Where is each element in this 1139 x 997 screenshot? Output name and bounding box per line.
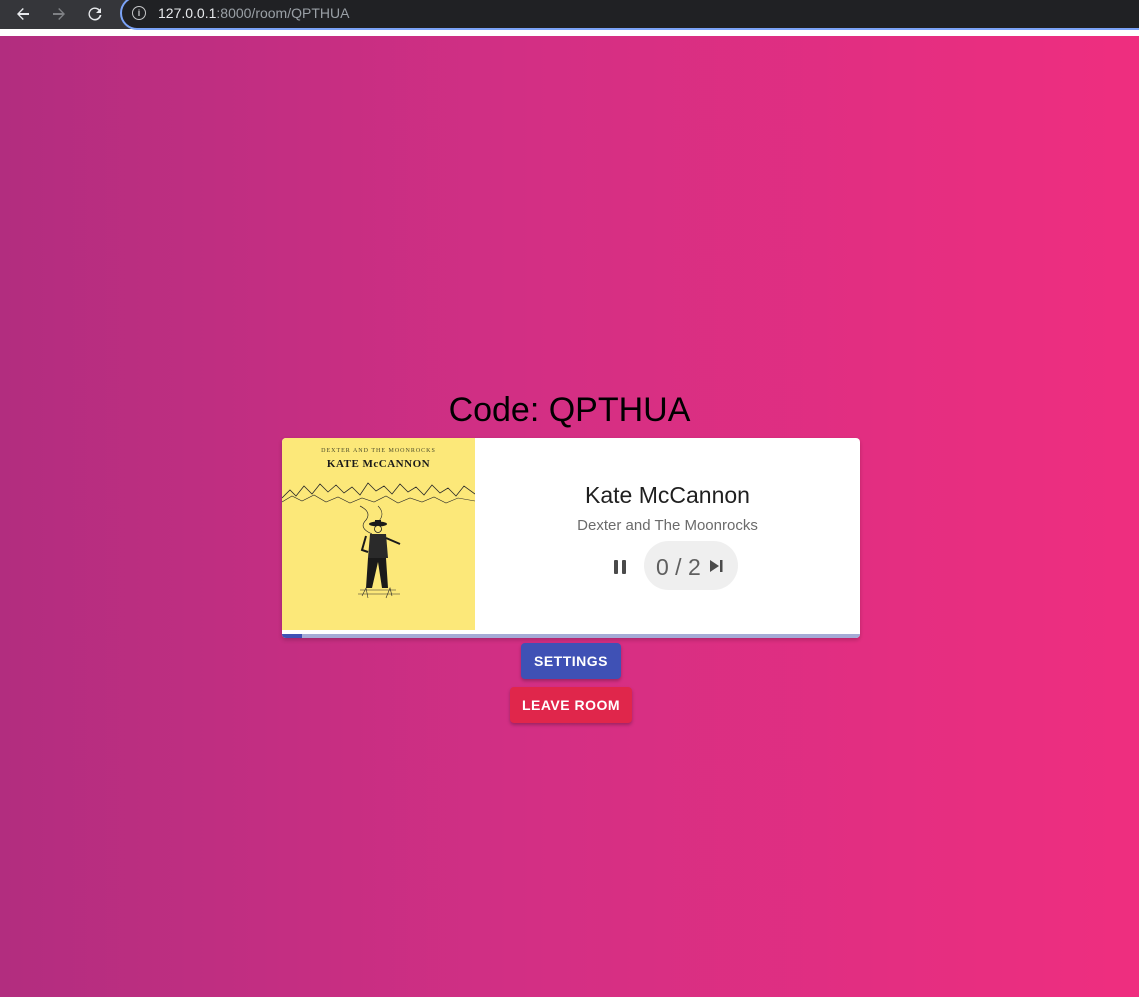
arrow-right-icon[interactable] — [48, 3, 70, 25]
address-bar[interactable]: i 127.0.0.1:8000/room/QPTHUA — [120, 0, 1139, 30]
room-code-title: Code: QPTHUA — [448, 391, 691, 429]
arrow-left-icon[interactable] — [12, 3, 34, 25]
skip-vote-count: 0 / 2 — [656, 554, 701, 580]
info-icon[interactable]: i — [132, 6, 146, 20]
page-viewport: Code: QPTHUA DEXTER AND THE MOONROCKS KA… — [0, 36, 1139, 997]
skip-button[interactable]: 0 / 2 — [644, 541, 738, 590]
album-cover-illustration — [282, 482, 475, 599]
browser-toolbar: i 127.0.0.1:8000/room/QPTHUA — [0, 0, 1139, 30]
song-artist: Dexter and The Moonrocks — [577, 517, 758, 534]
pause-icon[interactable] — [609, 556, 631, 578]
pause-icon-bar — [622, 560, 626, 574]
song-progress-bar — [282, 634, 860, 638]
song-progress-fill — [282, 634, 303, 638]
album-cover-band: DEXTER AND THE MOONROCKS — [321, 448, 436, 454]
url-path: :8000/room/QPTHUA — [216, 5, 350, 21]
leave-room-button[interactable]: LEAVE ROOM — [510, 687, 632, 723]
album-cover-title: KATE McCANNON — [326, 458, 431, 470]
url-host: 127.0.0.1 — [158, 5, 217, 21]
url-text: 127.0.0.1:8000/room/QPTHUA — [158, 5, 349, 21]
music-player-card: DEXTER AND THE MOONROCKS KATE McCANNON K… — [282, 438, 860, 638]
reload-icon[interactable] — [84, 3, 106, 25]
song-title: Kate McCannon — [585, 482, 750, 508]
skip-next-icon — [710, 560, 723, 572]
pause-icon-bar — [614, 560, 618, 574]
settings-button[interactable]: SETTINGS — [521, 643, 621, 679]
album-cover: DEXTER AND THE MOONROCKS KATE McCANNON — [282, 438, 475, 630]
